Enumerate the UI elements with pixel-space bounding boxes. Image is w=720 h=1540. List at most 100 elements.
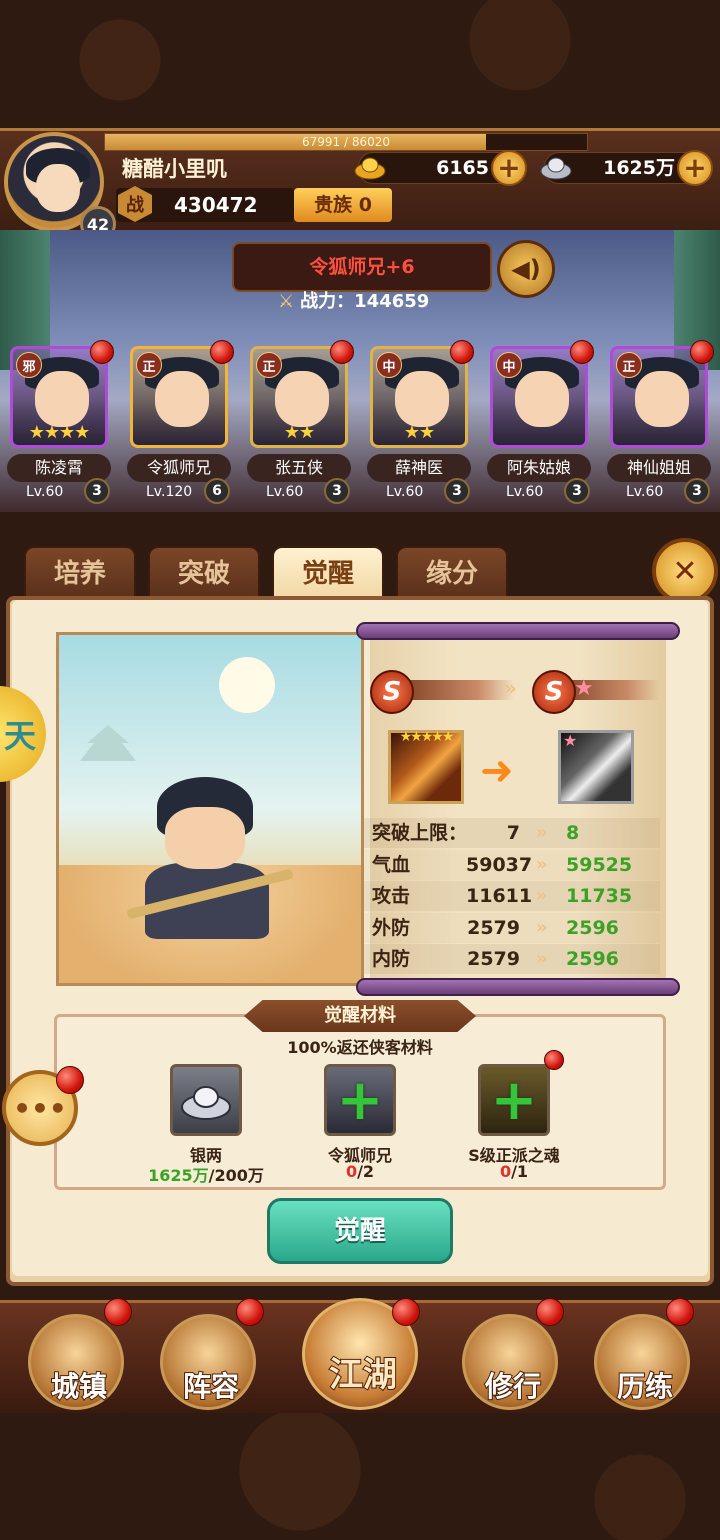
alert-dot <box>570 340 594 364</box>
tab-fate[interactable]: 缘分 <box>396 546 508 602</box>
stat-old-value: 2579 <box>467 948 520 970</box>
chevron-right-icon: » <box>536 948 548 969</box>
hero-star-count: 6 <box>204 478 230 504</box>
material-count: 1625万/200万 <box>148 1166 264 1185</box>
hero-stars: ★★ <box>283 422 315 443</box>
nav-lineup[interactable]: 阵容 <box>160 1314 256 1410</box>
hero-level: Lv.60 <box>626 484 664 500</box>
hero-level-row: Lv.60 3 <box>368 478 480 504</box>
chevron-right-icon: » <box>536 853 548 875</box>
combat-power-value: 430472 <box>174 193 258 217</box>
hero-stars: ★★★★ <box>28 422 91 443</box>
hero-level-row: Lv.60 3 <box>8 478 120 504</box>
hero-star-count: 3 <box>564 478 590 504</box>
hero-level-row: Lv.60 3 <box>608 478 720 504</box>
soul-icon: + <box>478 1064 550 1136</box>
silver-amount: 1625万 <box>603 157 675 179</box>
grade-s-icon: S <box>370 670 414 714</box>
tab-awaken[interactable]: 觉醒 <box>272 546 384 602</box>
hero-card[interactable]: 正 ★★ <box>250 346 348 448</box>
material-silver[interactable]: 银两 1625万/200万 <box>136 1064 276 1185</box>
gold-amount: 6165 <box>436 157 489 179</box>
alert-dot <box>666 1298 694 1326</box>
grade-s-next-icon: S <box>532 670 576 714</box>
hero-star-count: 3 <box>444 478 470 504</box>
alert-dot <box>450 340 474 364</box>
stat-label: 攻击 <box>372 885 411 907</box>
stat-label: 外防 <box>372 916 411 939</box>
hero-face <box>395 371 449 427</box>
alert-dot <box>330 340 354 364</box>
stat-row: 外防 2579 » 2596 <box>364 912 660 943</box>
stat-old-value: 11611 <box>466 885 533 907</box>
alert-dot <box>544 1050 564 1070</box>
sect-badge: 正 <box>256 352 282 378</box>
stat-new-value: 59525 <box>566 853 633 876</box>
hero-face <box>275 371 329 427</box>
nav-label: 阵容 <box>182 1369 240 1404</box>
hero-level: Lv.60 <box>386 484 424 500</box>
silver-ingot-icon <box>540 157 572 180</box>
hero-card[interactable]: 正 <box>130 346 228 448</box>
weapon-next-icon[interactable]: ★ <box>558 730 634 804</box>
stat-row: 突破上限： 7 » 8 <box>364 818 660 848</box>
hero-stars: ★★ <box>403 422 435 443</box>
pink-star-icon: ★ <box>574 676 594 701</box>
hero-face <box>515 371 569 427</box>
stat-label: 内防 <box>372 948 411 970</box>
combat-power: 战 430472 <box>116 186 294 222</box>
silver-resource: 1625万 + <box>540 150 713 186</box>
pagoda <box>80 725 136 761</box>
material-count: 0/2 <box>345 1162 375 1181</box>
stat-row: 内防 2579 » 2596 <box>364 944 660 974</box>
silver-ingot-icon <box>170 1064 242 1136</box>
speaker-icon: ◀) <box>511 255 541 283</box>
hero-level: Lv.60 <box>26 484 64 500</box>
battle-icon: 战 <box>118 186 152 222</box>
hero-shard-icon: + <box>324 1064 396 1136</box>
sect-badge: 邪 <box>16 352 42 378</box>
stat-old-value: 59037 <box>466 853 533 876</box>
chevron-right-icon: » <box>536 916 548 938</box>
stat-old-value: 2579 <box>467 916 520 939</box>
grade-row: S » S ★ <box>370 668 660 714</box>
alert-dot <box>90 340 114 364</box>
add-silver-button[interactable]: + <box>677 150 713 186</box>
hero-title-plate: 令狐师兄+6 <box>232 242 492 292</box>
materials-title: 觉醒材料 <box>244 1000 476 1032</box>
nav-town[interactable]: 城镇 <box>28 1314 124 1410</box>
nav-trials[interactable]: 历练 <box>594 1314 690 1410</box>
hero-card[interactable]: 正 <box>610 346 708 448</box>
weapon-current-icon[interactable]: ★★★★★ <box>388 729 464 804</box>
nav-label: 江湖 <box>328 1354 398 1396</box>
nav-label: 修行 <box>484 1369 542 1404</box>
alert-dot <box>690 340 714 364</box>
tab-breakthrough[interactable]: 突破 <box>148 546 260 602</box>
hero-level-row: Lv.120 6 <box>128 478 240 504</box>
upgrade-arrow-icon: ➜ <box>480 748 514 794</box>
voice-button[interactable]: ◀) <box>497 240 555 298</box>
close-icon: ✕ <box>672 553 698 589</box>
hero-star-count: 3 <box>684 478 710 504</box>
stat-row: 气血 59037» 59525 <box>364 849 660 880</box>
grade-arrow-icon: » <box>504 676 517 700</box>
hero-star-count: 3 <box>84 478 110 504</box>
hero-card[interactable]: 中 <box>490 346 588 448</box>
close-button[interactable]: ✕ <box>652 538 718 604</box>
hero-power-label: 战力： <box>300 291 355 312</box>
tab-cultivate[interactable]: 培养 <box>24 546 136 602</box>
gold-ingot-icon <box>354 157 386 180</box>
add-gold-button[interactable]: + <box>491 150 527 186</box>
stat-old-value: 7 <box>506 822 520 844</box>
material-hero-shard[interactable]: + 令狐师兄 0/2 <box>290 1064 430 1184</box>
awaken-button[interactable]: 觉醒 <box>267 1198 453 1264</box>
scroll-rod-bottom <box>356 978 680 996</box>
noble-button[interactable]: 贵族 0 <box>294 188 392 222</box>
hero-card[interactable]: 中 ★★ <box>370 346 468 448</box>
hero-card[interactable]: 邪 ★★★★ <box>10 346 108 448</box>
hero-level: Lv.120 <box>146 484 193 500</box>
material-s-soul[interactable]: + S级正派之魂 0/1 <box>444 1050 584 1184</box>
noble-label: 贵族 <box>314 194 353 216</box>
sun <box>219 657 275 713</box>
nav-practice[interactable]: 修行 <box>462 1314 558 1410</box>
